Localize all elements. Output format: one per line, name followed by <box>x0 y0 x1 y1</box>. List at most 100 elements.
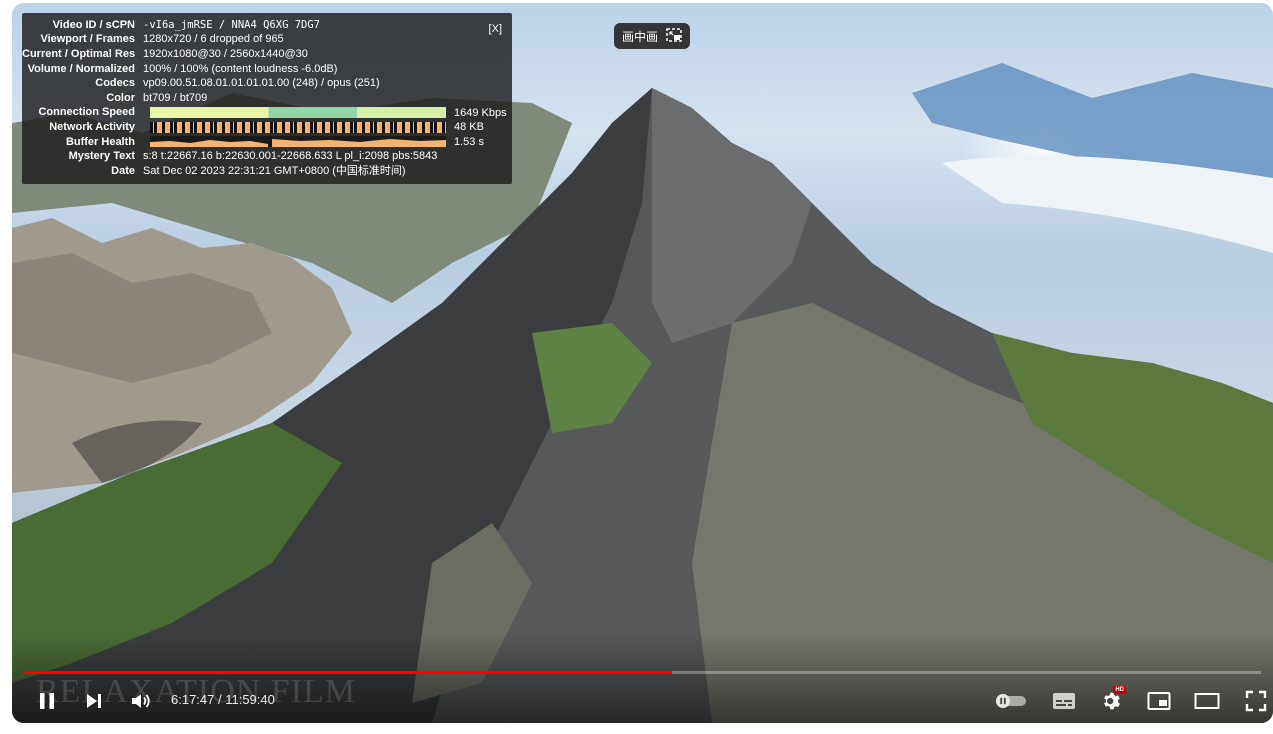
stats-value: s:8 t:22667.16 b:22630.001-22668.633 L p… <box>143 150 438 163</box>
stats-label: Codecs <box>95 77 135 90</box>
pip-label: 画中画 <box>621 29 658 44</box>
stats-label: Volume / Normalized <box>27 62 135 75</box>
network-activity-tick <box>314 121 317 133</box>
network-activity-tick <box>334 121 337 133</box>
network-activity-tick <box>282 121 285 133</box>
stats-label: Connection Speed <box>38 106 135 119</box>
network-activity-tick <box>374 121 377 133</box>
miniplayer-button[interactable] <box>1139 683 1179 719</box>
network-activity-tick <box>390 121 393 133</box>
network-activity-tick <box>274 121 277 133</box>
network-activity-graph <box>150 121 446 133</box>
network-activity-tick <box>230 121 233 133</box>
network-activity-tick <box>294 121 297 133</box>
connection-speed-value: 1649 Kbps <box>454 106 507 119</box>
network-activity-tick <box>222 121 225 133</box>
network-activity-tick <box>210 121 213 133</box>
progress-bar[interactable] <box>24 671 1261 674</box>
pause-button[interactable] <box>27 683 67 719</box>
mute-button[interactable] <box>121 683 161 719</box>
stats-close-button[interactable]: [X] <box>489 22 502 37</box>
stats-row-volume: Volume / Normalized 100% / 100% (content… <box>22 62 338 76</box>
network-activity-tick <box>394 121 397 133</box>
network-activity-tick <box>354 121 357 133</box>
network-activity-tick <box>322 121 325 133</box>
network-activity-tick <box>190 121 193 133</box>
stats-value: bt709 / bt709 <box>143 91 208 104</box>
network-activity-tick <box>302 121 305 133</box>
theater-mode-icon <box>1194 693 1220 709</box>
stats-value: 100% / 100% (content loudness -6.0dB) <box>143 62 338 75</box>
network-activity-tick <box>270 121 273 133</box>
stats-value: 1280x720 / 6 dropped of 965 <box>143 33 284 46</box>
next-button[interactable] <box>74 683 114 719</box>
stats-row-network-activity: Network Activity <box>22 120 143 134</box>
connection-speed-graph <box>150 107 446 118</box>
pause-icon <box>40 693 54 709</box>
stats-label: Date <box>111 164 135 177</box>
network-activity-tick <box>262 121 265 133</box>
progress-played <box>24 671 673 674</box>
settings-button[interactable]: HD <box>1092 683 1132 719</box>
next-icon <box>87 694 101 708</box>
network-activity-tick <box>162 121 165 133</box>
network-activity-tick <box>370 121 373 133</box>
stats-label: Buffer Health <box>65 135 135 148</box>
stats-label: Video ID / sCPN <box>52 18 135 31</box>
picture-in-picture-button[interactable]: 画中画 <box>614 23 690 49</box>
network-activity-tick <box>194 121 197 133</box>
network-activity-tick <box>430 121 433 133</box>
subtitles-icon <box>1053 693 1075 709</box>
network-activity-tick <box>214 121 217 133</box>
stats-row-viewport: Viewport / Frames 1280x720 / 6 dropped o… <box>22 33 284 47</box>
miniplayer-icon <box>1147 692 1171 710</box>
stats-row-video-id: Video ID / sCPN -vI6a_jmRSE / NNA4 Q6XG … <box>22 18 320 32</box>
stats-label: Mystery Text <box>68 150 135 163</box>
stats-value: -vI6a_jmRSE / NNA4 Q6XG 7DG7 <box>143 18 321 31</box>
stats-value: vp09.00.51.08.01.01.01.01.00 (248) / opu… <box>143 77 380 90</box>
network-activity-tick <box>150 121 153 133</box>
network-activity-tick <box>182 121 185 133</box>
stats-label: Color <box>106 91 135 104</box>
theater-mode-button[interactable] <box>1187 683 1227 719</box>
stats-label: Network Activity <box>49 120 135 133</box>
network-activity-tick <box>342 121 345 133</box>
subtitles-button[interactable] <box>1044 683 1084 719</box>
network-activity-tick <box>362 121 365 133</box>
network-activity-tick <box>242 121 245 133</box>
stats-row-resolution: Current / Optimal Res 1920x1080@30 / 256… <box>22 47 308 61</box>
buffer-health-value: 1.53 s <box>454 135 484 148</box>
autoplay-toggle-icon <box>996 694 1026 708</box>
network-activity-tick <box>234 121 237 133</box>
network-activity-tick <box>350 121 353 133</box>
volume-icon <box>132 694 150 708</box>
fullscreen-icon <box>1245 690 1267 712</box>
stats-row-codecs: Codecs vp09.00.51.08.01.01.01.01.00 (248… <box>22 76 380 90</box>
stats-row-mystery-text: Mystery Text s:8 t:22667.16 b:22630.001-… <box>22 149 438 163</box>
pip-icon <box>666 27 682 45</box>
network-activity-tick <box>154 121 157 133</box>
network-activity-tick <box>174 121 177 133</box>
network-activity-tick <box>170 121 173 133</box>
network-activity-tick <box>250 121 253 133</box>
fullscreen-button[interactable] <box>1236 683 1273 719</box>
stats-label: Viewport / Frames <box>40 33 135 46</box>
player-controls: 6:17:47 / 11:59:40 HD <box>12 683 1273 723</box>
stats-for-nerds-panel: [X] Video ID / sCPN -vI6a_jmRSE / NNA4 Q… <box>22 13 512 184</box>
network-activity-tick <box>290 121 293 133</box>
network-activity-tick <box>382 121 385 133</box>
network-activity-tick <box>330 121 333 133</box>
network-activity-tick <box>422 121 425 133</box>
time-display: 6:17:47 / 11:59:40 <box>171 692 275 707</box>
stats-value: 1920x1080@30 / 2560x1440@30 <box>143 47 308 60</box>
stats-value: Sat Dec 02 2023 22:31:21 GMT+0800 (中国标准时… <box>143 164 406 177</box>
autoplay-toggle[interactable] <box>991 683 1031 719</box>
network-activity-value: 48 KB <box>454 121 484 134</box>
stats-label: Current / Optimal Res <box>22 47 136 60</box>
network-activity-tick <box>442 121 445 133</box>
network-activity-tick <box>410 121 413 133</box>
network-activity-tick <box>254 121 257 133</box>
video-player[interactable]: [X] Video ID / sCPN -vI6a_jmRSE / NNA4 Q… <box>12 3 1273 723</box>
network-activity-tick <box>310 121 313 133</box>
stats-row-buffer-health: Buffer Health <box>22 135 143 149</box>
